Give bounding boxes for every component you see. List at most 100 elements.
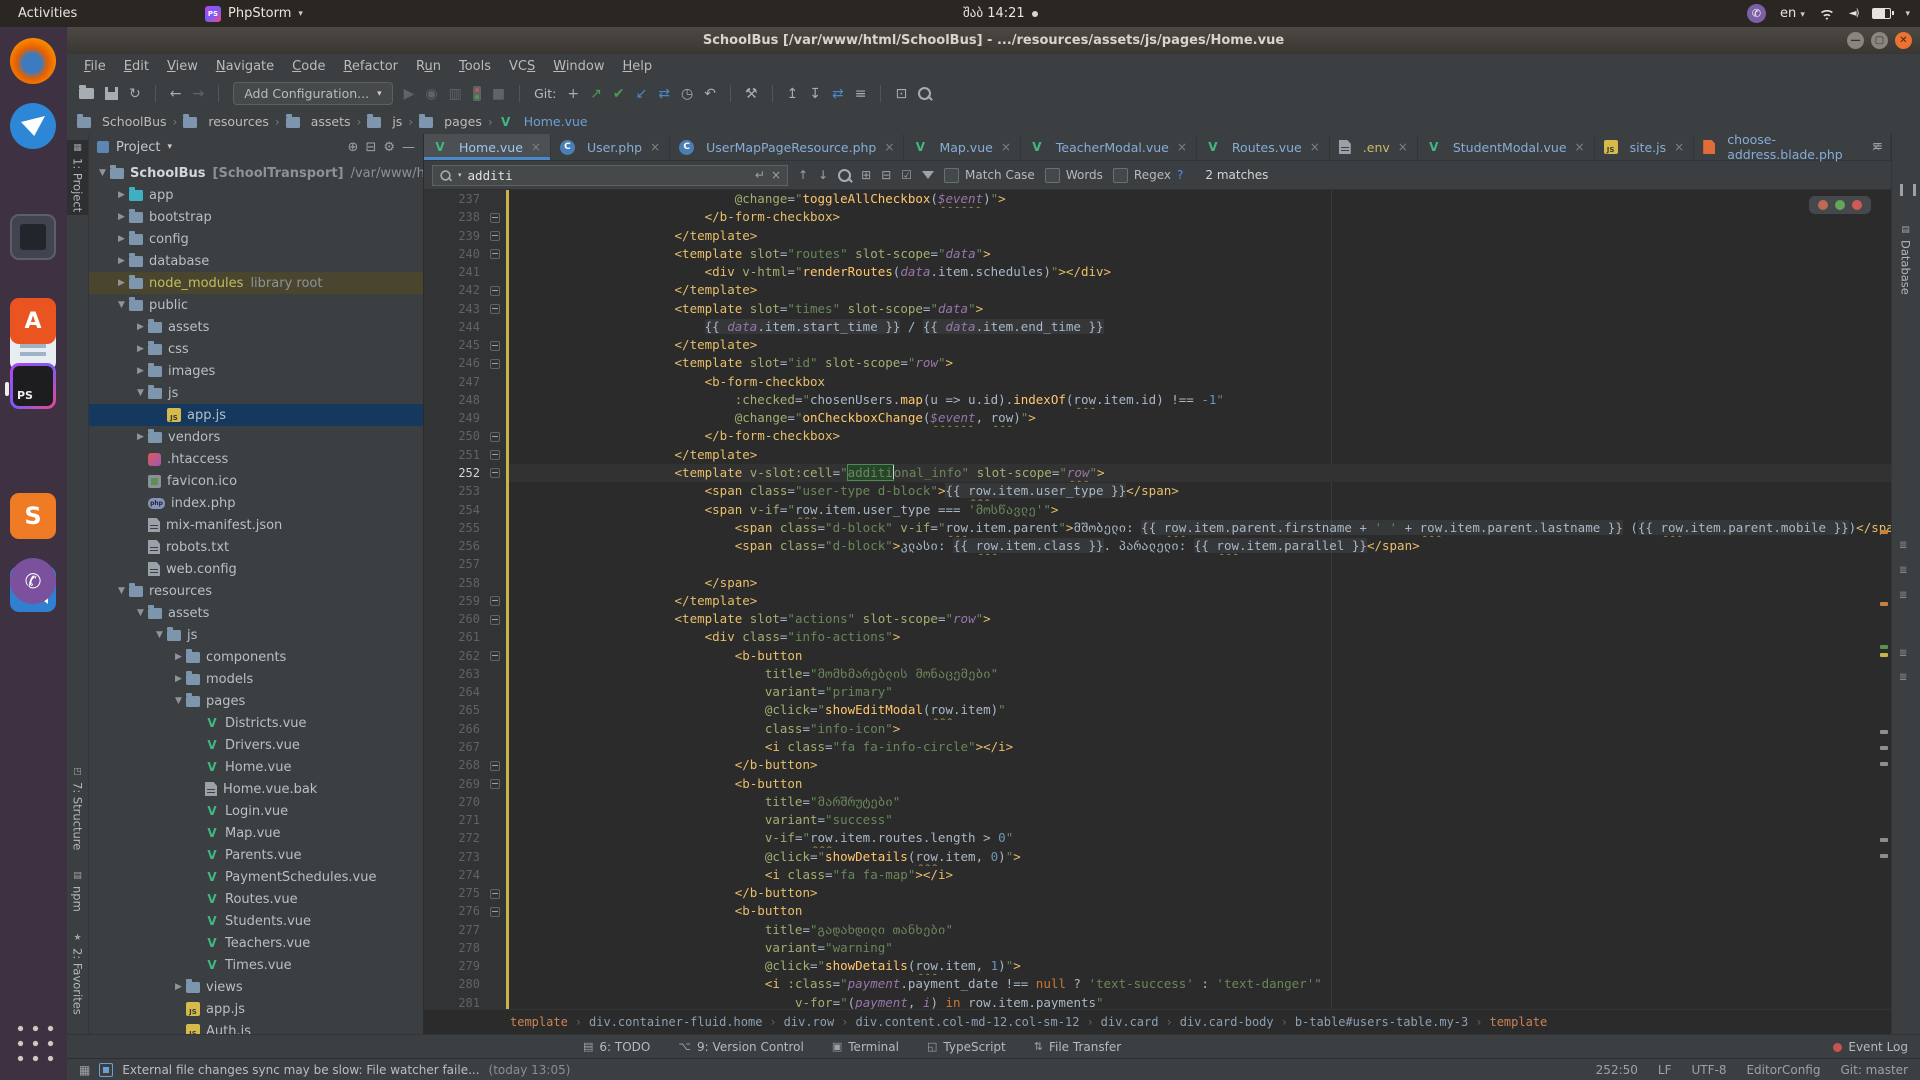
tree-item-home.vue.bak[interactable]: Home.vue.bak xyxy=(89,778,423,800)
collapse-all-icon[interactable]: ⊟ xyxy=(365,140,376,155)
error-stripe-mark[interactable] xyxy=(1880,730,1888,734)
error-stripe-mark[interactable] xyxy=(1880,746,1888,750)
app-menu-button[interactable]: PS PhpStorm ▾ xyxy=(205,0,303,27)
error-stripe-mark[interactable] xyxy=(1880,653,1888,657)
tree-item-assets[interactable]: ▼assets xyxy=(89,602,423,624)
code-line[interactable]: 269 <b-button xyxy=(424,775,1891,793)
tree-item-images[interactable]: ▶images xyxy=(89,360,423,382)
line-number[interactable]: 251 xyxy=(424,446,484,464)
chevron-expanded-icon[interactable]: ▼ xyxy=(133,608,148,618)
inspections-widget[interactable] xyxy=(1809,196,1871,214)
minimize-button[interactable]: — xyxy=(1847,32,1864,49)
wifi-icon[interactable] xyxy=(1819,7,1835,20)
chevron-collapsed-icon[interactable]: ▶ xyxy=(171,674,186,684)
editor-breadcrumb-item[interactable]: template xyxy=(1487,1015,1549,1029)
menu-vcs[interactable]: VCS xyxy=(500,57,544,76)
next-occurrence-icon[interactable]: ↓ xyxy=(818,168,828,182)
breadcrumb-item[interactable]: js xyxy=(365,114,404,129)
status-editorconfig[interactable]: EditorConfig xyxy=(1746,1063,1820,1077)
close-icon[interactable]: × xyxy=(531,140,541,154)
fold-marker-icon[interactable] xyxy=(490,341,500,351)
close-icon[interactable]: × xyxy=(1001,140,1011,154)
close-icon[interactable]: × xyxy=(1674,140,1684,154)
code-line[interactable]: 260 <template slot="actions" slot-scope=… xyxy=(424,610,1891,628)
tree-item-views[interactable]: ▶views xyxy=(89,976,423,998)
code-line[interactable]: 259 </template> xyxy=(424,592,1891,610)
chevron-expanded-icon[interactable]: ▼ xyxy=(133,388,148,398)
maximize-button[interactable]: ▢ xyxy=(1871,32,1888,49)
code-line[interactable]: 241 <div v-html="renderRoutes(data.item.… xyxy=(424,263,1891,281)
line-number[interactable]: 238 xyxy=(424,208,484,226)
fold-marker-icon[interactable] xyxy=(490,359,500,369)
volume-icon[interactable]: ◄) xyxy=(1849,8,1859,19)
line-number[interactable]: 245 xyxy=(424,336,484,354)
regex-help-link[interactable]: ? xyxy=(1177,168,1183,182)
fold-marker-icon[interactable] xyxy=(490,889,500,899)
tool-button-1-project[interactable]: ▦1: Project xyxy=(67,140,88,215)
code-line[interactable]: 270 title="მარშრუტები" xyxy=(424,793,1891,811)
menu-navigate[interactable]: Navigate xyxy=(207,57,283,76)
line-number[interactable]: 278 xyxy=(424,939,484,957)
regex-checkbox[interactable]: Regex ? xyxy=(1113,168,1183,183)
run-icon[interactable]: ▶ xyxy=(404,86,415,102)
line-number[interactable]: 262 xyxy=(424,647,484,665)
tab-teachermodal.vue[interactable]: VTeacherModal.vue× xyxy=(1021,134,1197,160)
keyboard-layout[interactable]: en ▾ xyxy=(1780,6,1805,21)
code-line[interactable]: 253 <span class="user-type d-block">{{ r… xyxy=(424,482,1891,500)
line-number[interactable]: 264 xyxy=(424,683,484,701)
save-all-icon[interactable] xyxy=(105,87,118,100)
chevron-collapsed-icon[interactable]: ▶ xyxy=(133,322,148,332)
profiler-icon[interactable] xyxy=(473,86,481,101)
code-line[interactable]: 255 <span class="d-block" v-if="row.item… xyxy=(424,519,1891,537)
code-line[interactable]: 280 <i :class="payment.payment_date !== … xyxy=(424,975,1891,993)
coverage-icon[interactable]: ▥ xyxy=(449,86,462,102)
line-number[interactable]: 239 xyxy=(424,227,484,245)
status-message[interactable]: External file changes sync may be slow: … xyxy=(122,1063,479,1077)
tab-home.vue[interactable]: VHome.vue× xyxy=(424,134,551,160)
add-selection-icon[interactable]: ⊞ xyxy=(861,168,871,182)
event-log-button[interactable]: Event Log xyxy=(1833,1035,1908,1059)
line-number[interactable]: 250 xyxy=(424,427,484,445)
line-number[interactable]: 243 xyxy=(424,300,484,318)
chevron-expanded-icon[interactable]: ▼ xyxy=(95,168,110,178)
code-line[interactable]: 279 @click="showDetails(row.item, 1)"> xyxy=(424,957,1891,975)
line-number[interactable]: 272 xyxy=(424,829,484,847)
tab-site.js[interactable]: JSsite.js× xyxy=(1595,134,1695,160)
chevron-expanded-icon[interactable]: ▼ xyxy=(152,630,167,640)
git-update-icon[interactable]: ↙ xyxy=(636,86,648,102)
status-line-separator[interactable]: LF xyxy=(1658,1063,1672,1077)
chevron-collapsed-icon[interactable]: ▶ xyxy=(114,234,129,244)
code-line[interactable]: 277 title="გადახდილი თანხები" xyxy=(424,921,1891,939)
close-icon[interactable]: × xyxy=(884,140,894,154)
download-icon[interactable]: ↧ xyxy=(809,86,821,102)
sync-deployment-icon[interactable]: ⇄ xyxy=(832,86,844,102)
notification-icon[interactable] xyxy=(99,1063,113,1077)
newline-icon[interactable]: ↵ xyxy=(755,168,765,182)
line-number[interactable]: 268 xyxy=(424,756,484,774)
software-launcher-icon[interactable]: A xyxy=(10,298,56,344)
chevron-expanded-icon[interactable]: ▼ xyxy=(171,696,186,706)
debug-icon[interactable]: ◉ xyxy=(425,86,437,102)
stripe-mark-icon[interactable]: ≣ xyxy=(1899,648,1907,659)
chevron-collapsed-icon[interactable]: ▶ xyxy=(171,652,186,662)
tab-studentmodal.vue[interactable]: VStudentModal.vue× xyxy=(1418,134,1595,160)
code-line[interactable]: 274 <i class="fa fa-map"></i> xyxy=(424,866,1891,884)
tree-item-districts.vue[interactable]: VDistricts.vue xyxy=(89,712,423,734)
show-applications-button[interactable] xyxy=(14,1022,54,1062)
error-stripe-mark[interactable] xyxy=(1880,645,1888,649)
editor-breadcrumb-item[interactable]: b-table#users-table.my-3 xyxy=(1293,1015,1470,1029)
line-number[interactable]: 258 xyxy=(424,574,484,592)
tool-button-npm[interactable]: ▤npm xyxy=(67,868,88,915)
viber-launcher-icon[interactable]: ✆ xyxy=(10,558,56,604)
fold-marker-icon[interactable] xyxy=(490,213,500,223)
code-line[interactable]: 266 class="info-icon"> xyxy=(424,720,1891,738)
git-merge-icon[interactable]: ⇄ xyxy=(658,86,670,102)
phpstorm-launcher-icon[interactable]: PS xyxy=(10,363,56,409)
breadcrumb-item[interactable]: SchoolBus xyxy=(75,114,169,129)
tab-.env[interactable]: .env× xyxy=(1330,134,1418,160)
fold-marker-icon[interactable] xyxy=(490,231,500,241)
search-history-chevron-icon[interactable]: ▾ xyxy=(458,171,462,179)
line-number[interactable]: 261 xyxy=(424,628,484,646)
tree-item-times.vue[interactable]: VTimes.vue xyxy=(89,954,423,976)
line-number[interactable]: 265 xyxy=(424,701,484,719)
